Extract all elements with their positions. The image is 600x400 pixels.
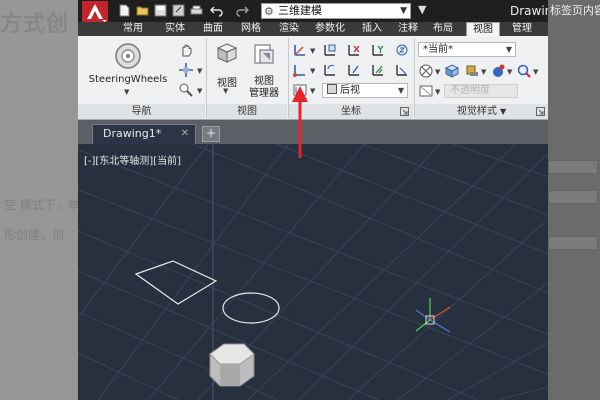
visual-style-combo[interactable]: *当前* ▼ <box>418 42 516 57</box>
chevron-down-icon: ▼ <box>400 6 407 16</box>
save-as-icon[interactable] <box>172 4 185 17</box>
tab-insert[interactable]: 插入 <box>358 22 386 36</box>
panel-title-navigation: 导航 <box>78 104 205 119</box>
panel-launcher-icon[interactable] <box>400 107 409 116</box>
autocad-window: ⚙ 三维建模 ▼ ▼ Drawing 常用 实体 曲面 网格 渲染 参数化 插入… <box>78 0 548 400</box>
tab-parametric[interactable]: 参数化 <box>310 22 350 36</box>
save-icon[interactable] <box>154 4 167 17</box>
ucs-previous-icon[interactable] <box>322 62 338 78</box>
ribbon-panel: SteeringWheels ▼ ▼ ▼ 视图 ▼ 视图 管理器 ▼ ▼ ▼ 后… <box>78 36 548 120</box>
chevron-down-icon[interactable]: ▼ <box>435 88 440 96</box>
tab-solid[interactable]: 实体 <box>160 22 190 36</box>
zoom-extents-icon[interactable] <box>178 82 194 98</box>
steering-wheels-label[interactable]: SteeringWheels <box>88 74 168 85</box>
app-title: Drawing <box>510 4 548 18</box>
view-manager-icon[interactable] <box>252 42 276 66</box>
secondary-window-title: 标签页内容 <box>550 4 600 17</box>
ucs-y-icon[interactable] <box>370 42 386 58</box>
secondary-window-field <box>548 236 598 250</box>
chevron-down-icon[interactable]: ▼ <box>533 68 538 76</box>
view-box-icon <box>327 84 337 94</box>
chevron-down-icon[interactable]: ▼ <box>481 68 486 76</box>
chevron-down-icon[interactable]: ▼ <box>124 88 129 96</box>
new-tab-button[interactable]: + <box>202 126 220 142</box>
panel-title-view: 视图 <box>207 104 287 119</box>
ucs-icon[interactable] <box>292 42 308 58</box>
secondary-window-field <box>548 160 598 174</box>
open-file-icon[interactable] <box>136 4 149 17</box>
ucs-view-combo[interactable]: 后视 ▼ <box>322 83 408 98</box>
ucs-x-icon[interactable] <box>346 42 362 58</box>
chevron-down-icon[interactable]: ▼ <box>223 87 228 95</box>
viewport-controls-label[interactable]: [-][东北等轴测][当前] <box>84 152 181 167</box>
view-manager-label[interactable]: 管理器 <box>244 84 284 99</box>
ucs-view-combo-value: 后视 <box>340 85 360 96</box>
qat-customize-icon[interactable]: ▼ <box>418 3 426 16</box>
chevron-down-icon[interactable]: ▼ <box>507 68 512 76</box>
panel-launcher-icon[interactable] <box>536 107 545 116</box>
shaded-box-icon[interactable] <box>444 63 460 79</box>
edges-icon[interactable] <box>418 83 434 99</box>
tab-layout[interactable]: 布局 <box>428 22 458 36</box>
color-sphere-icon[interactable] <box>490 63 506 79</box>
tab-mesh[interactable]: 网格 <box>236 22 266 36</box>
chevron-down-icon[interactable]: ▼ <box>310 87 315 95</box>
xray-icon[interactable] <box>418 63 434 79</box>
opacity-field: 不透明度 <box>444 84 518 98</box>
drawing-canvas[interactable] <box>78 144 548 400</box>
shadows-icon[interactable] <box>464 63 480 79</box>
undo-icon[interactable] <box>210 4 223 17</box>
ucs-z-icon[interactable] <box>394 42 410 58</box>
chevron-down-icon[interactable]: ▼ <box>197 87 202 95</box>
annotation-arrow-icon <box>292 86 308 158</box>
tab-manage[interactable]: 管理 <box>506 22 538 36</box>
ucs-gizmo <box>415 298 451 333</box>
visual-style-combo-value: *当前* <box>423 44 453 55</box>
tab-home[interactable]: 常用 <box>118 22 148 36</box>
tab-annotate[interactable]: 注释 <box>394 22 422 36</box>
document-tab-strip: Drawing1* ✕ + <box>78 120 548 144</box>
tab-view[interactable]: 视图 <box>466 22 500 36</box>
new-file-icon[interactable] <box>118 4 131 17</box>
drawing-viewport[interactable]: [-][东北等轴测][当前] <box>78 144 548 400</box>
workspace-selector[interactable]: ⚙ 三维建模 ▼ <box>261 3 411 19</box>
tab-render[interactable]: 渲染 <box>274 22 304 36</box>
ucs-world-icon[interactable] <box>322 42 338 58</box>
chevron-down-icon[interactable]: ▼ <box>197 67 202 75</box>
ucs-3point-icon[interactable] <box>394 62 410 78</box>
chevron-down-icon[interactable]: ▼ <box>310 47 315 55</box>
chevron-down-icon: ▼ <box>397 86 404 95</box>
view-cube-icon[interactable] <box>216 42 238 64</box>
gear-icon: ⚙ <box>264 5 274 18</box>
secondary-window: 标签页内容 <box>548 0 600 400</box>
print-icon[interactable] <box>190 4 203 17</box>
steering-wheels-icon[interactable] <box>114 42 142 70</box>
ucs-face-icon[interactable] <box>370 62 386 78</box>
autocad-logo-icon[interactable] <box>82 1 108 22</box>
chevron-down-icon[interactable]: ▼ <box>435 68 440 76</box>
pan-hand-icon[interactable] <box>178 42 194 58</box>
drawing-tab-label: Drawing1* <box>103 127 162 140</box>
title-bar: ⚙ 三维建模 ▼ ▼ Drawing <box>78 0 548 22</box>
hexagonal-prism[interactable] <box>209 343 255 387</box>
drawing-tab[interactable]: Drawing1* ✕ <box>92 124 196 144</box>
chevron-down-icon: ▼ <box>505 45 512 54</box>
chevron-down-icon: ▼ <box>500 107 507 116</box>
rhombus-shape[interactable] <box>134 260 218 305</box>
close-icon[interactable]: ✕ <box>181 125 189 143</box>
secondary-window-field <box>548 190 598 204</box>
panel-title-visual-styles[interactable]: 视觉样式 ▼ <box>415 104 548 119</box>
panel-title-visual-styles-label: 视觉样式 <box>456 106 497 117</box>
ribbon-tab-bar: 常用 实体 曲面 网格 渲染 参数化 插入 注释 布局 视图 管理 <box>78 22 548 36</box>
ucs-origin-icon[interactable] <box>292 62 308 78</box>
orbit-icon[interactable] <box>178 62 194 78</box>
ellipse-shape[interactable] <box>222 292 280 324</box>
redo-icon[interactable] <box>236 4 249 17</box>
workspace-selector-value: 三维建模 <box>278 4 322 17</box>
tab-surface[interactable]: 曲面 <box>198 22 228 36</box>
chevron-down-icon[interactable]: ▼ <box>310 67 315 75</box>
ucs-object-icon[interactable] <box>346 62 362 78</box>
magnifier-icon[interactable] <box>516 63 532 79</box>
